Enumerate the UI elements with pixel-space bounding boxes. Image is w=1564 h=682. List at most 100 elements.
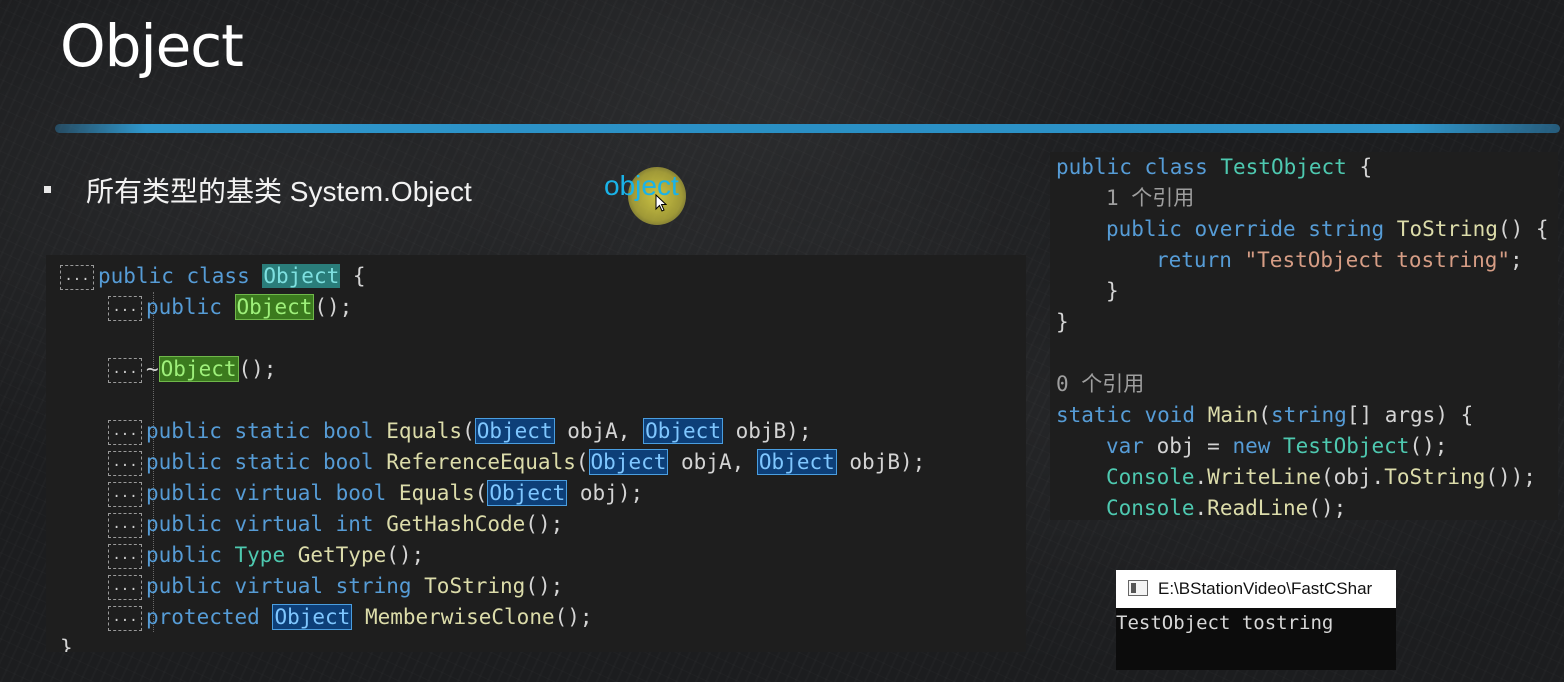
code-token: Equals [386, 419, 463, 443]
bullet-square-icon [44, 186, 51, 193]
collapse-toggle[interactable]: ... [108, 357, 142, 383]
code-line: ... public Type GetType(); [46, 540, 925, 571]
code-token: GetHashCode [386, 512, 526, 536]
code-token: } [1056, 310, 1069, 334]
code-token: { [340, 264, 366, 288]
code-line: ... public class Object { [46, 261, 925, 292]
console-title: E:\BStationVideo\FastCShar [1158, 579, 1373, 598]
code-token: TestObject [1220, 155, 1347, 179]
code-token: MemberwiseClone [364, 605, 555, 629]
code-token: ToString [1384, 465, 1486, 489]
code-token: objA, [554, 419, 644, 443]
code-line: } [46, 633, 925, 652]
collapse-toggle[interactable]: ... [60, 264, 94, 290]
code-token: string [1270, 403, 1347, 427]
code-token: ReadLine [1207, 496, 1309, 520]
code-line: ... public Object(); [46, 292, 925, 323]
highlighted-token: Object [487, 480, 568, 506]
code-token: Console [1106, 496, 1195, 520]
collapse-toggle[interactable]: ... [108, 605, 142, 631]
slide-title: Object [60, 12, 244, 80]
collapse-toggle[interactable]: ... [108, 295, 142, 321]
code-token: var [1106, 434, 1157, 458]
code-line: return "TestObject tostring"; [1056, 245, 1549, 276]
highlighted-token: Object [234, 294, 315, 320]
code-token: (); [314, 295, 353, 319]
collapse-toggle[interactable]: ... [108, 543, 142, 569]
code-token: TestObject [1283, 434, 1410, 458]
code-line: Console.ReadLine(); [1056, 493, 1549, 520]
code-line: ... public virtual int GetHashCode(); [46, 509, 925, 540]
code-token: 1 个引用 [1106, 186, 1195, 210]
keyword-note: object [604, 170, 679, 201]
code-line: ... public static bool ReferenceEquals(Ob… [46, 447, 925, 478]
code-token: ToString [1396, 217, 1498, 241]
code-token: (); [525, 574, 564, 598]
highlighted-token: Object [756, 449, 837, 475]
code-lines: public class TestObject {1 个引用 public ove… [1056, 152, 1549, 520]
console-title-bar[interactable]: E:\BStationVideo\FastCShar [1116, 570, 1396, 608]
code-token: ~ [146, 357, 159, 381]
code-token: . [1194, 496, 1208, 520]
code-token: obj = [1156, 434, 1233, 458]
code-token: { [1346, 155, 1373, 179]
code-token: public class [98, 264, 263, 288]
code-token: WriteLine [1207, 465, 1321, 489]
highlighted-token: Object [262, 264, 341, 288]
code-token: public static bool [146, 419, 387, 443]
collapse-toggle[interactable]: ... [108, 574, 142, 600]
code-token: public static bool [146, 450, 387, 474]
code-line: ... public virtual string ToString(); [46, 571, 925, 602]
code-line: ... public static bool Equals(Object objA… [46, 416, 925, 447]
console-output: TestObject tostring [1116, 612, 1334, 634]
collapse-toggle[interactable]: ... [108, 450, 142, 476]
mouse-pointer-icon [655, 194, 667, 212]
code-token: public [146, 543, 235, 567]
code-line: Console.WriteLine(obj.ToString()); [1056, 462, 1549, 493]
code-token: "TestObject tostring" [1244, 248, 1511, 272]
code-token: (); [1308, 496, 1347, 520]
code-token: Equals [398, 481, 475, 505]
console-window-icon [1128, 580, 1148, 596]
code-lines: ... public class Object {... public Object… [46, 261, 925, 652]
highlighted-token: Object [643, 418, 723, 444]
collapse-toggle[interactable]: ... [108, 481, 142, 507]
code-token: objA, [668, 450, 757, 474]
code-token: ( [1258, 403, 1271, 427]
code-token: } [1106, 279, 1119, 303]
collapse-toggle[interactable]: ... [108, 512, 142, 538]
code-line: ... ~Object(); [46, 354, 925, 385]
highlighted-token: Object [272, 604, 353, 630]
code-token: ( [462, 419, 475, 443]
code-line: public class TestObject { [1056, 152, 1549, 183]
bullet-text: 所有类型的基类 System.Object [86, 176, 472, 207]
code-line: static void Main(string[] args) { [1056, 400, 1549, 431]
code-token: 0 个引用 [1056, 372, 1145, 396]
collapse-toggle[interactable]: ... [108, 419, 142, 445]
code-token: public virtual string [146, 574, 425, 598]
code-token: public virtual int [146, 512, 387, 536]
code-token: Main [1207, 403, 1259, 427]
code-token: protected [146, 605, 273, 629]
code-line: ... public virtual bool Equals(Object obj… [46, 478, 925, 509]
code-line: var obj = new TestObject(); [1056, 431, 1549, 462]
code-token: Console [1106, 465, 1195, 489]
code-token: ReferenceEquals [386, 450, 576, 474]
code-token: public [146, 295, 235, 319]
code-line: 0 个引用 [1056, 369, 1549, 400]
code-token: Type [234, 543, 298, 567]
code-line: 1 个引用 [1056, 183, 1549, 214]
code-token: . [1194, 465, 1208, 489]
highlighted-token: Object [474, 418, 555, 444]
code-token: static void [1056, 403, 1208, 427]
code-token: objB); [836, 450, 926, 474]
code-token: ( [474, 481, 488, 505]
code-token: } [60, 636, 73, 652]
code-token: (); [525, 512, 564, 536]
code-token: () { [1497, 217, 1549, 241]
code-token: (obj. [1320, 465, 1385, 489]
